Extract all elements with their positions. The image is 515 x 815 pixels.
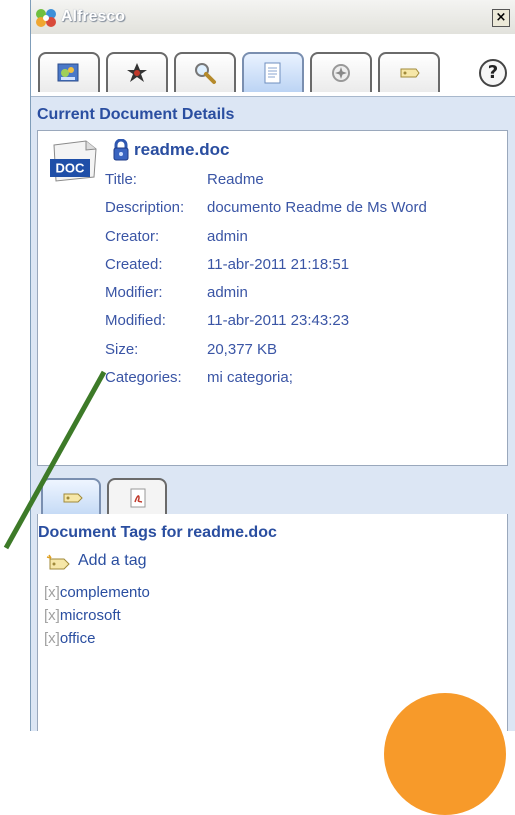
- property-row-description: Description: documento Readme de Ms Word: [105, 199, 427, 227]
- tab-document-tags[interactable]: [41, 478, 101, 514]
- tag-list: [x]complemento [x]microsoft [x]office: [44, 584, 150, 653]
- subtab-bar: [31, 478, 515, 514]
- tab-tags[interactable]: [378, 52, 440, 92]
- property-value: 20,377 KB: [207, 340, 278, 358]
- property-value: 11-abr-2011 21:18:51: [207, 255, 350, 273]
- tab-ecm[interactable]: [310, 52, 372, 92]
- property-label: Size:: [105, 340, 139, 358]
- ecm-icon: [332, 64, 350, 82]
- tag-item: [x]office: [44, 630, 150, 653]
- property-row-categories: Categories: mi categoria;: [105, 369, 427, 397]
- tag-label[interactable]: office: [60, 630, 96, 647]
- property-value: Readme: [207, 171, 264, 188]
- remove-tag-button[interactable]: [x]: [44, 630, 60, 647]
- property-row-modified: Modified: 11-abr-2011 23:43:23: [105, 312, 427, 340]
- annotation-circle: [384, 693, 506, 815]
- property-row-size: Size: 20,377 KB: [105, 341, 427, 369]
- tag-item: [x]microsoft: [44, 607, 150, 630]
- details-heading: Current Document Details: [37, 106, 235, 123]
- remove-tag-button[interactable]: [x]: [44, 584, 60, 601]
- spaces-icon: [127, 63, 147, 82]
- title-bar: Alfresco ×: [31, 0, 515, 35]
- property-value: 11-abr-2011 23:43:23: [207, 312, 350, 330]
- doc-file-icon: DOC: [50, 140, 97, 182]
- add-tag-icon: [46, 554, 70, 570]
- alfresco-logo-icon: [36, 9, 56, 27]
- property-row-creator: Creator: admin: [105, 228, 427, 256]
- remove-tag-button[interactable]: [x]: [44, 607, 60, 624]
- property-label: Modified:: [105, 312, 166, 330]
- property-value: admin: [207, 284, 248, 302]
- properties-list: Title: Readme Description: documento Readm…: [105, 171, 427, 397]
- property-label: Modifier:: [105, 284, 163, 302]
- property-value: admin: [207, 227, 248, 245]
- property-value: documento Readme de Ms Word: [207, 199, 427, 217]
- tags-tab-icon: [63, 493, 83, 503]
- tags-heading: Document Tags for readme.doc: [38, 524, 277, 541]
- tag-icon: [400, 68, 420, 78]
- tab-search[interactable]: [174, 52, 236, 92]
- details-panel: DOC readme.doc Title: Readme Description:…: [37, 130, 508, 466]
- help-button[interactable]: ?: [479, 59, 507, 87]
- window-title: Alfresco: [61, 8, 126, 25]
- property-label: Title:: [105, 171, 137, 188]
- tab-my-alfresco[interactable]: [38, 52, 100, 92]
- property-label: Description:: [105, 199, 185, 217]
- property-row-modifier: Modifier: admin: [105, 284, 427, 312]
- property-label: Creator:: [105, 227, 160, 245]
- property-value: mi categoria;: [207, 369, 293, 387]
- close-button[interactable]: ×: [492, 9, 510, 27]
- tag-label[interactable]: complemento: [60, 584, 150, 601]
- add-tag-label: Add a tag: [78, 552, 147, 569]
- my-alfresco-icon: [57, 63, 79, 82]
- property-label: Categories:: [105, 369, 182, 387]
- toolbar: ?: [31, 34, 515, 97]
- tab-spaces[interactable]: [106, 52, 168, 92]
- property-row-created: Created: 11-abr-2011 21:18:51: [105, 256, 427, 284]
- doc-name[interactable]: readme.doc: [134, 140, 229, 160]
- details-icon: [264, 62, 281, 84]
- tag-label[interactable]: microsoft: [60, 607, 121, 624]
- pdf-tab-icon: [130, 488, 146, 508]
- property-row-title: Title: Readme: [105, 171, 427, 199]
- lock-icon: [113, 139, 129, 161]
- doc-badge-label: DOC: [56, 161, 86, 176]
- tag-item: [x]complemento: [44, 584, 150, 607]
- search-icon: [195, 63, 216, 84]
- property-label: Created:: [105, 255, 163, 273]
- tab-pdf[interactable]: [107, 478, 167, 514]
- tab-details[interactable]: [242, 52, 304, 92]
- alfresco-window: Alfresco × ? Current Document Details DO…: [30, 0, 515, 731]
